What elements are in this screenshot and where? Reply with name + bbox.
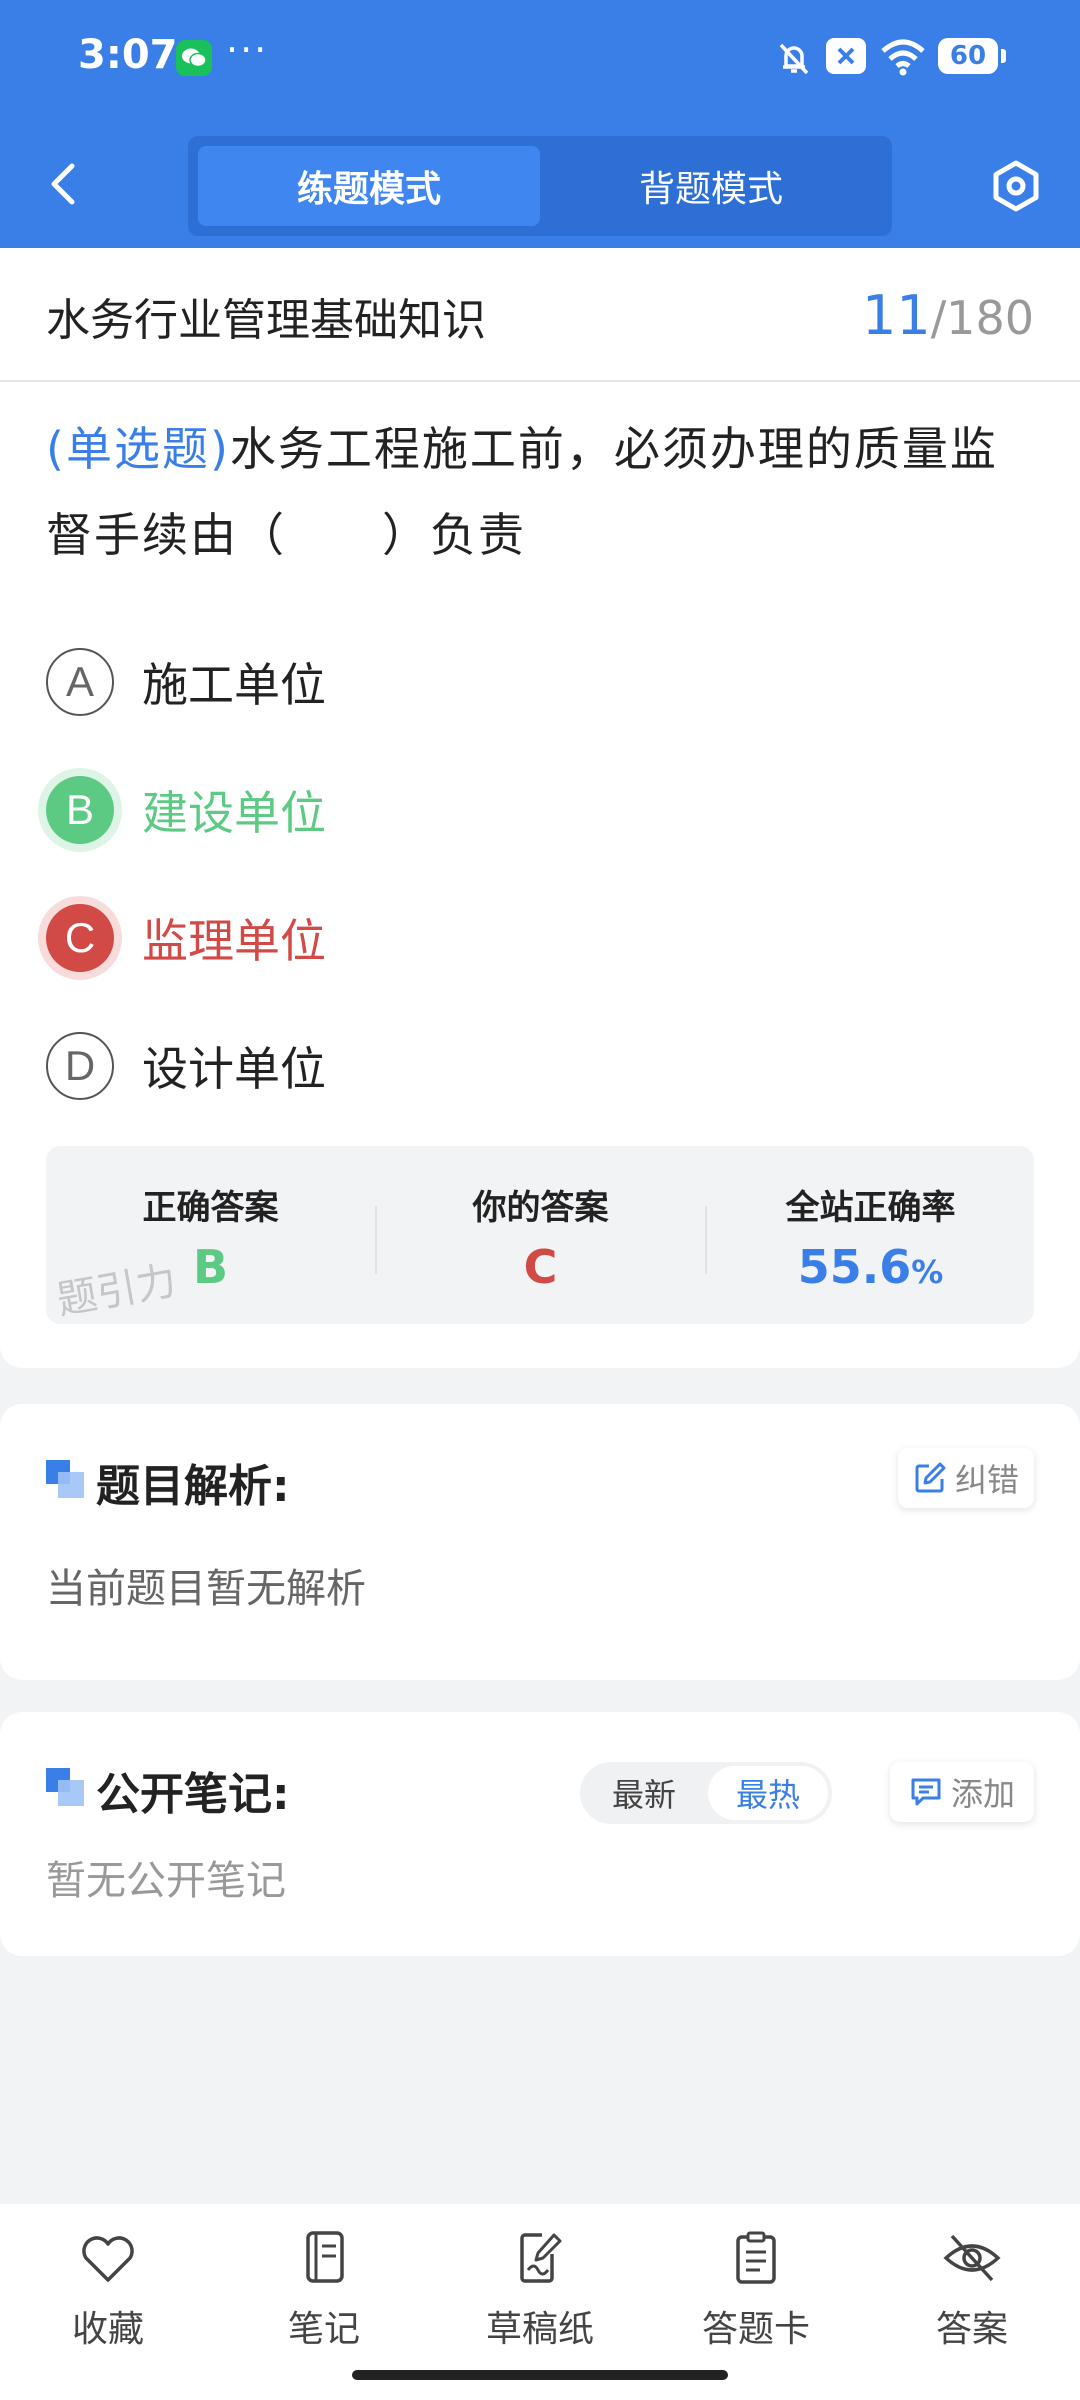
sort-latest[interactable]: 最新 — [584, 1766, 704, 1820]
report-error-button[interactable]: 纠错 — [898, 1448, 1034, 1508]
current-question-number: 11 — [861, 284, 931, 347]
show-answer-button[interactable]: 答案 — [892, 2230, 1052, 2352]
total-questions: /180 — [930, 291, 1034, 345]
close-app-icon — [826, 38, 866, 74]
analysis-body: 当前题目暂无解析 — [46, 1566, 366, 1612]
option-text: 施工单位 — [142, 658, 326, 712]
site-accuracy-column: 全站正确率 55.6% — [706, 1146, 1034, 1324]
add-note-button[interactable]: 添加 — [890, 1762, 1034, 1822]
mute-bell-icon — [779, 43, 809, 75]
wechat-notification-icon — [176, 40, 212, 76]
option-c[interactable]: C 监理单位 — [46, 902, 326, 974]
tab-practice-mode[interactable]: 练题模式 — [198, 146, 540, 226]
option-text: 建设单位 — [142, 786, 326, 840]
show-answer-label: 答案 — [935, 2309, 1008, 2350]
comment-icon — [911, 1778, 941, 1806]
analysis-title: 题目解析: — [96, 1461, 290, 1512]
status-time: 3:07 — [78, 32, 178, 78]
site-accuracy-number: 55.6 — [797, 1240, 912, 1294]
favorite-button[interactable]: 收藏 — [28, 2230, 188, 2352]
option-text: 设计单位 — [142, 1042, 326, 1096]
wifi-icon — [881, 39, 925, 76]
your-answer-label: 你的答案 — [472, 1188, 609, 1228]
add-note-label: 添加 — [950, 1775, 1015, 1813]
notes-body: 暂无公开笔记 — [46, 1858, 286, 1904]
option-d[interactable]: D 设计单位 — [46, 1030, 326, 1102]
analysis-card: 题目解析: 纠错 当前题目暂无解析 — [0, 1404, 1080, 1680]
edit-icon — [915, 1462, 946, 1493]
notes-label: 笔记 — [287, 2309, 360, 2350]
site-accuracy-unit: % — [911, 1253, 944, 1291]
status-bar: 3:07 ··· 60 — [0, 0, 1080, 118]
subject-row: 水务行业管理基础知识 11/180 — [0, 248, 1080, 382]
option-letter: C — [46, 904, 114, 972]
eye-off-icon — [943, 2234, 1001, 2282]
back-arrow-icon[interactable] — [44, 160, 84, 208]
notes-button[interactable]: 笔记 — [244, 2230, 404, 2352]
option-b[interactable]: B 建设单位 — [46, 774, 326, 846]
sort-hottest[interactable]: 最热 — [708, 1766, 828, 1820]
option-text: 监理单位 — [142, 914, 326, 968]
option-a[interactable]: A 施工单位 — [46, 646, 326, 718]
notes-title: 公开笔记: — [96, 1769, 290, 1820]
notebook-icon — [306, 2231, 344, 2283]
draft-paper-button[interactable]: 草稿纸 — [460, 2230, 620, 2352]
option-letter: D — [46, 1032, 114, 1100]
settings-hexagon-icon[interactable] — [988, 158, 1044, 214]
question-card: 水务行业管理基础知识 11/180 (单选题)水务工程施工前，必须办理的质量监督… — [0, 248, 1080, 1368]
mode-switch: 练题模式 背题模式 — [188, 136, 892, 236]
top-header: 3:07 ··· 60 练题模式 背题模式 — [0, 0, 1080, 248]
answer-sheet-button[interactable]: 答题卡 — [676, 2230, 836, 2352]
your-answer-column: 你的答案 C — [376, 1146, 705, 1324]
heart-icon — [82, 2236, 134, 2282]
answer-sheet-icon — [736, 2231, 776, 2284]
correct-answer-label: 正确答案 — [142, 1188, 279, 1228]
option-letter: A — [46, 648, 114, 716]
site-accuracy-value: 55.6% — [706, 1240, 1034, 1294]
subject-title: 水务行业管理基础知识 — [46, 295, 486, 346]
draft-paper-icon — [520, 2233, 562, 2283]
section-squares-icon — [46, 1460, 84, 1498]
report-error-label: 纠错 — [954, 1461, 1019, 1499]
your-answer-value: C — [523, 1240, 558, 1294]
draft-paper-label: 草稿纸 — [485, 2309, 594, 2350]
question-progress: 11/180 — [862, 284, 1034, 347]
question-type-label: (单选题) — [46, 422, 230, 476]
answer-summary: 正确答案 B 你的答案 C 全站正确率 55.6% 题引力 — [46, 1146, 1034, 1324]
site-accuracy-label: 全站正确率 — [785, 1188, 956, 1228]
notes-sort-toggle: 最新 最热 — [580, 1762, 832, 1824]
option-letter: B — [46, 776, 114, 844]
section-squares-icon — [46, 1768, 84, 1806]
home-indicator[interactable] — [352, 2370, 728, 2380]
battery-indicator: 60 — [938, 38, 1006, 74]
favorite-label: 收藏 — [71, 2309, 144, 2350]
question-text: (单选题)水务工程施工前，必须办理的质量监督手续由（ ）负责 — [46, 406, 1042, 578]
more-notifications-icon: ··· — [226, 28, 269, 72]
tab-memorize-mode[interactable]: 背题模式 — [540, 146, 882, 226]
answer-sheet-label: 答题卡 — [701, 2309, 810, 2350]
notes-card: 公开笔记: 最新 最热 添加 暂无公开笔记 — [0, 1712, 1080, 1956]
